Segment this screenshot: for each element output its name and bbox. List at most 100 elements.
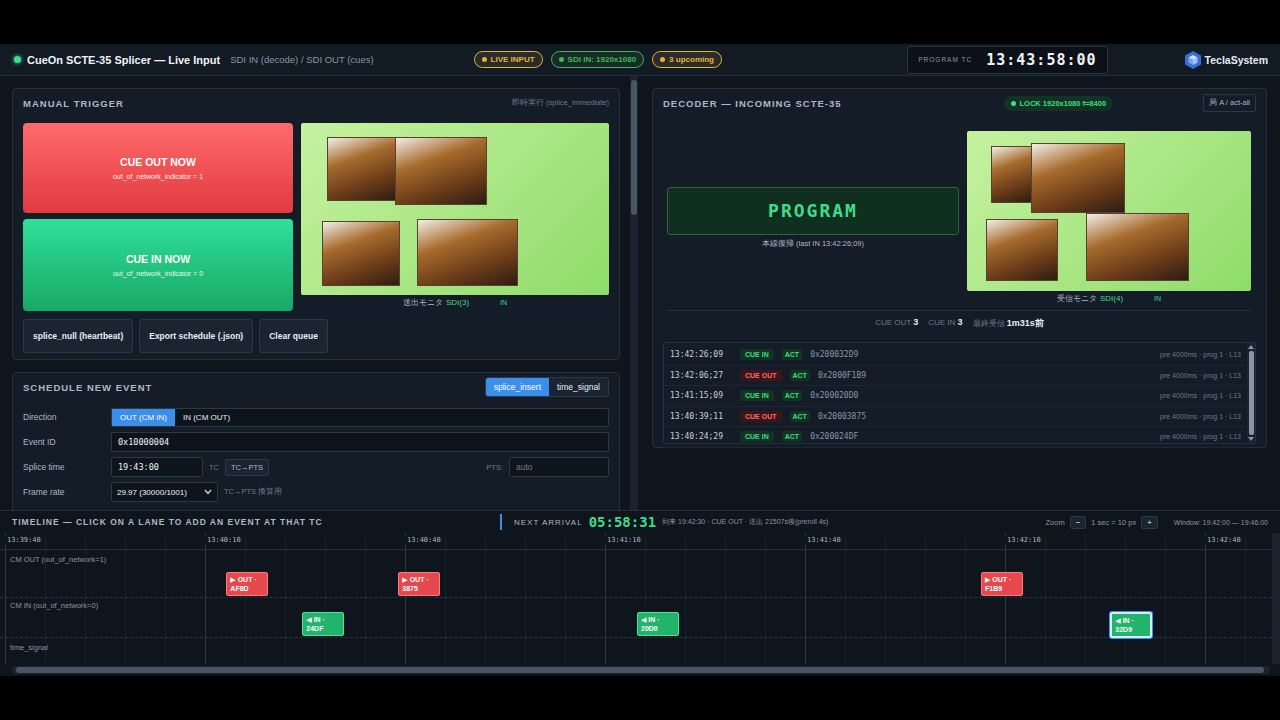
decoder-stats: CUE OUT 3CUE IN 3最終受信 1m31s前 [667,310,1252,336]
timeline-event[interactable]: ◀ IN ·24DF [302,612,344,636]
manual-body: CUE OUT NOWout_of_network_indicator = 1C… [13,117,619,311]
log-row[interactable]: 13:41:15;09CUE INACT0x200020D0pre 4000ms… [664,386,1247,407]
manual-trigger-panel: MANUAL TRIGGER即時実行 (splice_immediate) CUE… [12,88,620,360]
timeline-canvas[interactable]: 13:39:40 13:40:10 13:40:40 13:41:10 13:41:40… [0,533,1272,664]
frame-rate-select[interactable]: 29.97 (30000/1001) [111,482,218,502]
hexagon-logo-icon [1184,50,1202,70]
timeline-event[interactable]: ◀ IN ·20D0 [637,612,679,636]
timeline-lane[interactable]: CM OUT (out_of_network=1)▶ OUT ·AF8D▶ OU… [0,550,1272,598]
direction-option[interactable]: IN (CM OUT) [175,409,238,426]
log-row[interactable]: 13:42:26;09CUE INACT0x200032D9pre 4000ms… [664,345,1247,366]
command-tab[interactable]: splice_insert [486,378,549,396]
ruler-tick: 13:40:40 [405,536,443,544]
status-tag: ACT [790,370,810,381]
timeline-event[interactable]: ▶ OUT ·3875 [398,572,440,596]
event-id-input[interactable]: 0x10000004 [111,432,609,452]
panel-header: SCHEDULE NEW EVENTsplice_inserttime_sign… [13,373,619,401]
cue-button[interactable]: CUE OUT NOWout_of_network_indicator = 1 [23,123,293,213]
log-row[interactable]: 13:42:06;27CUE OUTACT0x2000F1B9pre 4000m… [664,366,1247,387]
log-scrollbar[interactable] [1247,343,1255,443]
direction-tag: CUE OUT [740,411,782,422]
program-state: PROGRAM [667,187,959,235]
panel-hint: 即時実行 (splice_immediate) [512,98,609,108]
splicer-app: CueOn SCTE-35 Splicer — Live Input SDI IN… [0,44,1280,676]
ruler-tick: 13:40:10 [205,536,243,544]
action-button[interactable]: splice_null (heartbeat) [23,319,133,353]
status-badges: LIVE INPUTSDI IN: 1920x10803 upcoming [474,51,722,68]
status-badge: 3 upcoming [652,51,722,68]
direction-tag: CUE IN [740,390,774,401]
left-scrollbar[interactable] [630,76,638,510]
ruler-tick: 13:42:40 [1205,536,1243,544]
action-row: splice_null (heartbeat)Export schedule (… [13,311,619,353]
direction-row: DirectionOUT (CM IN)IN (CM OUT) [23,407,609,427]
direction-option[interactable]: OUT (CM IN) [112,409,175,426]
cue-button[interactable]: CUE IN NOWout_of_network_indicator = 0 [23,219,293,311]
command-tabs: splice_inserttime_signal [485,377,609,397]
chevron-down-icon [204,489,212,495]
app-subtitle: SDI IN (decode) / SDI OUT (cues) [230,54,373,65]
splice-time-row: Splice time19:43:00TCTC→PTSPTS:auto [23,457,609,477]
station-badge: 局 A / act-all [1203,94,1256,112]
status-tag: ACT [782,390,802,401]
program-clock: PROGRAM TC13:43:58:00 [907,46,1107,74]
log-row[interactable]: 13:40:24;29CUE INACT0x200024DFpre 4000ms… [664,427,1247,448]
direction-tag: CUE OUT [740,370,782,381]
timeline-lane[interactable]: time_signal [0,638,1272,656]
log-row[interactable]: 13:40:39;11CUE OUTACT0x20003875pre 4000m… [664,407,1247,428]
panel-header: DECODER — INCOMING SCTE-35LOCK 1920x1080… [653,89,1266,117]
timeline-scrollbar[interactable] [12,666,1270,674]
app-title: CueOn SCTE-35 Splicer — Live Input [27,54,220,66]
timeline-vertical-scrollbar[interactable] [1272,533,1280,664]
video-preview [301,123,609,295]
action-button[interactable]: Export schedule (.json) [139,319,253,353]
timeline-event[interactable]: ◀ IN ·32D9 [1110,612,1152,638]
stat: CUE IN 3 [928,317,962,330]
event-id-row: Event ID0x10000004 [23,432,609,452]
badge-dot [559,57,564,62]
status-badge: LIVE INPUT [474,51,543,68]
pts-input[interactable]: auto [509,457,609,477]
time-ruler: 13:39:40 13:40:10 13:40:40 13:41:10 13:41:40… [0,533,1272,550]
splice-time-input[interactable]: 19:43:00 [111,457,203,477]
zoom-control: Zoom−1 sec = 10 px+ [1045,516,1157,529]
badge-dot [660,57,665,62]
clock-label: PROGRAM TC [918,56,972,63]
action-button[interactable]: Clear queue [259,319,328,353]
timeline-lane[interactable]: CM IN (out_of_network=0)◀ IN ·24DF◀ IN ·… [0,598,1272,638]
event-log: 13:42:26;09CUE INACT0x200032D9pre 4000ms… [663,342,1256,444]
logo: TeclaSystem [1184,50,1268,70]
direction-tag: CUE IN [740,431,774,442]
main-area: MANUAL TRIGGER即時実行 (splice_immediate) CUE… [0,76,1280,510]
monitor-caption: 受信モニタSDI(4)IN [1057,294,1161,304]
timeline-body: 13:39:40 13:40:10 13:40:40 13:41:10 13:41:40… [0,533,1280,664]
lock-badge: LOCK 1920x1080 f=8400 [1004,96,1114,111]
decoder-hero: PROGRAM 本線復帰 (last IN 13:42:26;09) 受信モニタSD… [653,117,1266,304]
stat: 最終受信 1m31s前 [973,317,1044,330]
zoom-in-button[interactable]: + [1141,516,1158,529]
badge-dot [482,57,487,62]
next-arrival: NEXT ARRIVAL05:58:31到来 19:42:30 · CUE OU… [500,514,828,530]
decoder-panel: DECODER — INCOMING SCTE-35LOCK 1920x1080… [652,88,1267,448]
state-note: 本線復帰 (last IN 13:42:26;09) [762,239,864,249]
ruler-tick: 13:42:10 [1005,536,1043,544]
cue-buttons: CUE OUT NOWout_of_network_indicator = 1C… [23,123,293,311]
tc-to-pts-button[interactable]: TC→PTS [225,459,269,476]
ruler-tick: 13:39:40 [5,536,43,544]
zoom-out-button[interactable]: − [1070,516,1087,529]
ruler-tick: 13:41:40 [805,536,843,544]
top-bar: CueOn SCTE-35 Splicer — Live Input SDI IN… [0,44,1280,76]
state-column: PROGRAM 本線復帰 (last IN 13:42:26;09) [667,187,959,249]
input-monitor: 受信モニタSDI(4)IN [967,131,1251,304]
timeline-window: Window: 19:42:00 — 19:46:00 [1174,519,1268,526]
status-tag: ACT [782,431,802,442]
left-scroll-area: MANUAL TRIGGER即時実行 (splice_immediate) CUE… [0,76,620,510]
timeline-event[interactable]: ▶ OUT ·AF8D [226,572,268,596]
left-column: MANUAL TRIGGER即時実行 (splice_immediate) CUE… [0,76,640,510]
command-tab[interactable]: time_signal [549,378,608,396]
right-column: DECODER — INCOMING SCTE-35LOCK 1920x1080… [640,76,1280,510]
ruler-tick: 13:41:10 [605,536,643,544]
panel-header: MANUAL TRIGGER即時実行 (splice_immediate) [13,89,619,117]
timeline-event[interactable]: ▶ OUT ·F1B9 [981,572,1023,596]
timeline: TIMELINE — CLICK ON A LANE TO ADD AN EVE… [0,510,1280,676]
